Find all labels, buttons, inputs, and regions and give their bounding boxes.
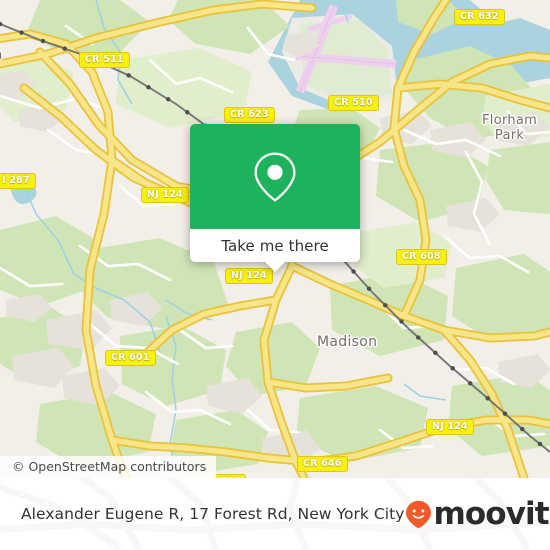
place-label-madison: Madison <box>317 334 378 350</box>
shield-cr-632: CR 632 <box>454 9 505 25</box>
shield-nj-124-a: NJ 124 <box>141 187 189 203</box>
shield-cr-511: CR 511 <box>79 52 130 68</box>
map-pin-icon <box>254 151 296 202</box>
popup-action-bar[interactable]: Take me there <box>190 229 360 272</box>
footer-content: Alexander Eugene R, 17 Forest Rd, New Yo… <box>0 478 550 550</box>
take-me-there-button[interactable]: Take me there <box>221 237 329 255</box>
moovit-wordmark: moovit <box>433 495 550 532</box>
shield-cr-623: CR 623 <box>224 107 275 123</box>
location-title: Alexander Eugene R, 17 Forest Rd, New Yo… <box>21 505 405 523</box>
moovit-smiley-pin-icon <box>405 500 431 528</box>
shield-cr-646-a: CR 646 <box>297 456 348 472</box>
moovit-brand[interactable]: moovit <box>405 495 550 532</box>
map-canvas[interactable]: CR 632 CR 511 CR 510 CR 623 I 287 NJ 124… <box>0 0 550 478</box>
shield-i-287: I 287 <box>0 173 36 189</box>
shield-nj-124-c: NJ 124 <box>426 419 474 435</box>
footer-bar: Alexander Eugene R, 17 Forest Rd, New Yo… <box>0 478 550 550</box>
popup-pointer-tail <box>264 261 286 272</box>
osm-attribution[interactable]: © OpenStreetMap contributors <box>0 456 217 478</box>
shield-cr-601: CR 601 <box>105 350 156 366</box>
place-label-morristown: n <box>0 48 3 63</box>
shield-cr-608: CR 608 <box>396 249 447 265</box>
shield-cr-510: CR 510 <box>328 95 379 111</box>
app-root: CR 632 CR 511 CR 510 CR 623 I 287 NJ 124… <box>0 0 550 550</box>
popup-image-area <box>190 124 360 229</box>
place-label-florham-park: Florham Park <box>482 113 538 143</box>
location-popup[interactable]: Take me there <box>190 124 360 272</box>
